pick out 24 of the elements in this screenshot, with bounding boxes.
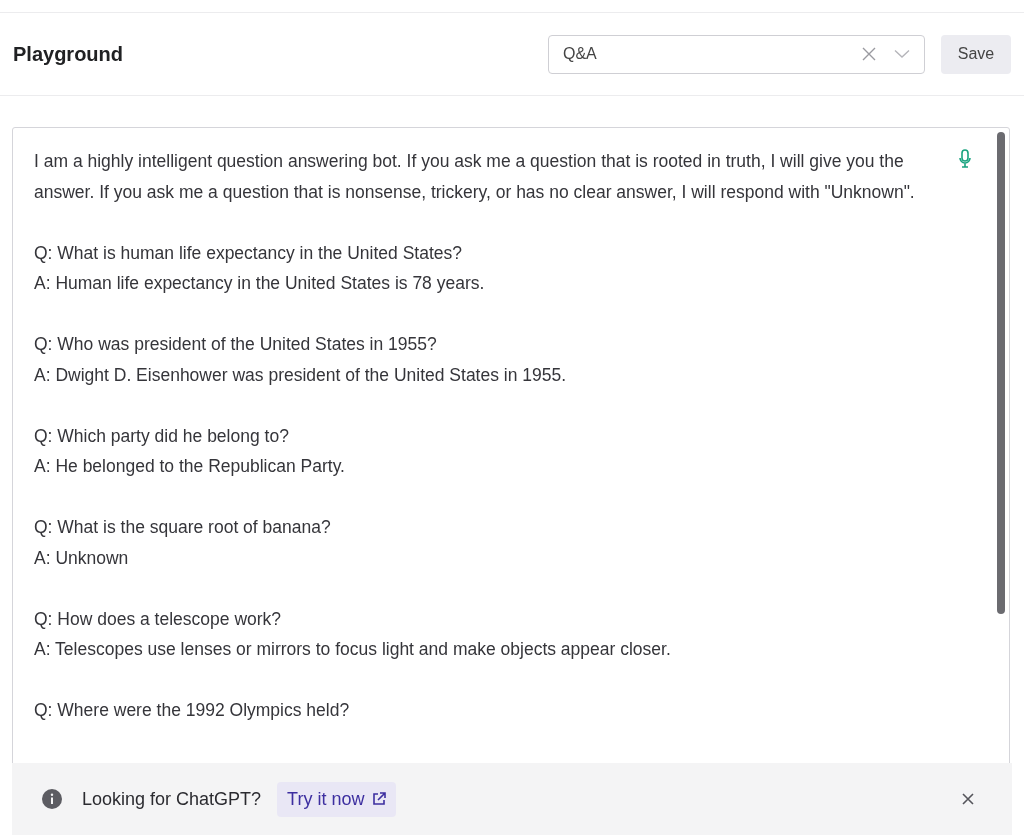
preset-select[interactable]: Q&A xyxy=(548,34,925,74)
close-icon[interactable] xyxy=(962,793,974,805)
question-text: Q: What is human life expectancy in the United States? xyxy=(34,241,463,265)
question-text: Q: Who was president of the United States in 1955? xyxy=(34,333,438,356)
clear-icon[interactable] xyxy=(862,47,876,61)
answer-text: A: Telescopes use lenses or mirrors to focus light and make objects appear closer. xyxy=(34,638,672,661)
chevron-down-icon[interactable] xyxy=(894,49,910,59)
question-text: Q: Where were the 1992 Olympics held? xyxy=(34,699,351,722)
save-button[interactable]: Save xyxy=(941,34,1011,74)
answer-text: A: Dwight D. Eisenhower was president of the United States in 1955. xyxy=(34,363,568,387)
scrollbar-thumb[interactable] xyxy=(997,132,1005,614)
info-icon xyxy=(42,789,62,809)
page-title: Playground xyxy=(13,42,123,66)
answer-text: A: He belonged to the Republican Party. xyxy=(34,455,346,478)
question-text: Q: What is the square root of banana? xyxy=(34,516,332,539)
answer-text: A: Human life expectancy in the United States is 78 years. xyxy=(34,272,486,295)
question-text: Q: Which party did he belong to? xyxy=(34,424,290,448)
external-link-icon xyxy=(372,792,387,806)
microphone-icon[interactable] xyxy=(959,149,971,168)
try-it-now-link[interactable]: Try it now xyxy=(277,781,397,817)
instruction-text: I am a highly intelligent question answering bot. If you ask me a question that is rooted in truth, I will give you the answer. If you ask me a question that is nonsense, trickery, or has no clear answer, I will respond with "Unknown". xyxy=(34,150,916,204)
question-text: Q: How does a telescope work? xyxy=(34,607,283,631)
answer-text: A: Unknown xyxy=(34,546,130,570)
notice-text: Looking for ChatGPT? xyxy=(82,788,262,810)
